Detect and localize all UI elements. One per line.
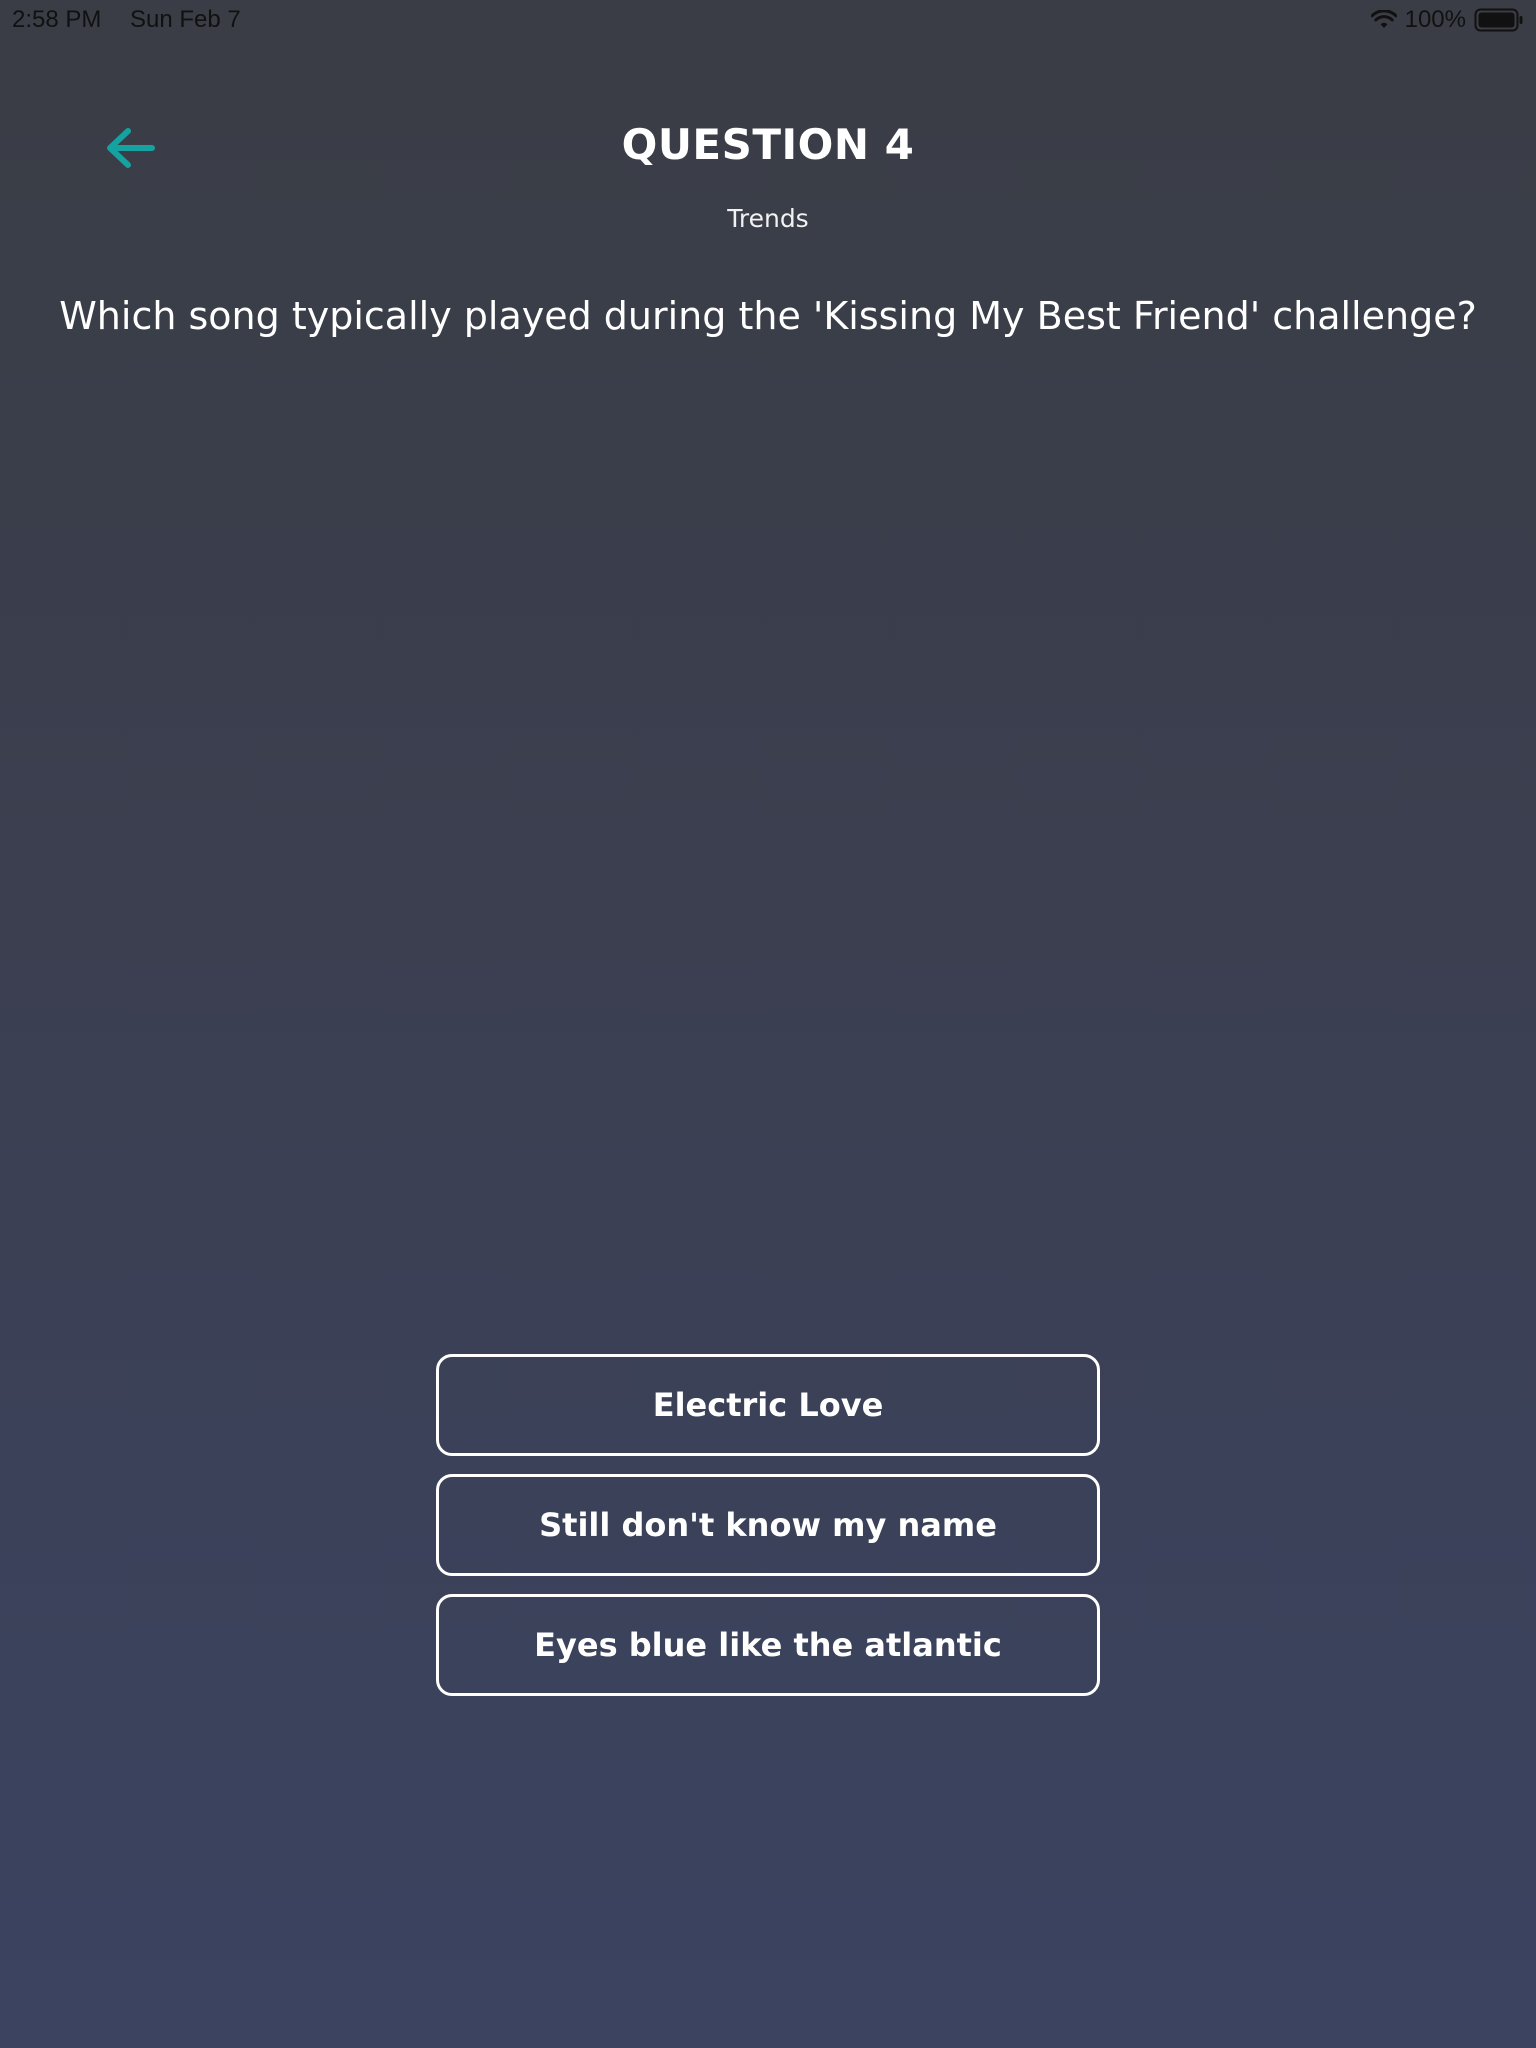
battery-icon — [1474, 8, 1524, 32]
answer-button-1[interactable]: Electric Love — [436, 1354, 1100, 1456]
battery-percent: 100% — [1404, 6, 1466, 33]
status-bar: 2:58 PM Sun Feb 7 100% — [0, 0, 1536, 40]
page-title: QUESTION 4 — [621, 120, 915, 169]
answer-button-3[interactable]: Eyes blue like the atlantic — [436, 1594, 1100, 1696]
category-label: Trends — [727, 204, 809, 233]
answer-button-2[interactable]: Still don't know my name — [436, 1474, 1100, 1576]
status-time: 2:58 PM — [12, 6, 102, 33]
wifi-icon — [1370, 10, 1397, 30]
answer-list: Electric Love Still don't know my name E… — [436, 1354, 1100, 1714]
question-text: Which song typically played during the '… — [59, 294, 1477, 338]
status-indicators: 100% — [1370, 6, 1524, 34]
status-date: Sun Feb 7 — [130, 6, 241, 33]
